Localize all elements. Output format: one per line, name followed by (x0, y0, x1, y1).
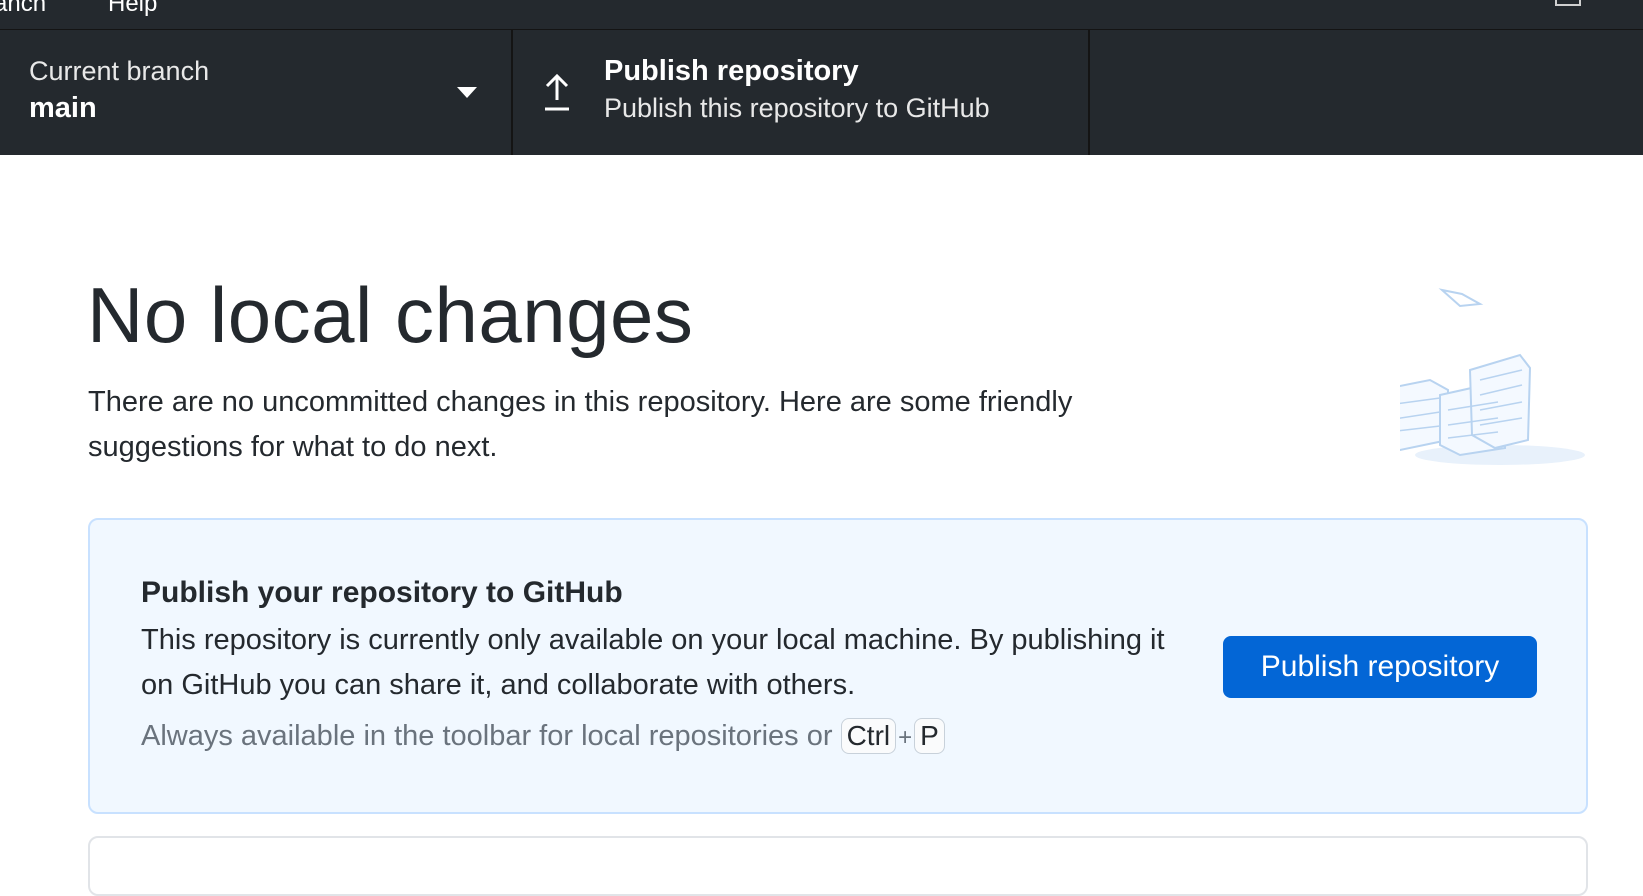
menu-item-help[interactable]: Help (108, 0, 157, 18)
maximize-icon[interactable] (1555, 0, 1581, 6)
shortcut-key-p: P (914, 718, 945, 754)
publish-repository-title: Publish repository (604, 55, 859, 87)
hint-text: Always available in the toolbar for loca… (141, 720, 833, 752)
card-description: This repository is currently only availa… (141, 624, 1165, 701)
publish-repository-description: Publish this repository to GitHub (604, 93, 990, 123)
empty-state-illustration (1400, 288, 1585, 465)
arrow-up-icon (545, 73, 569, 111)
menu-bar: anch Help (0, 0, 1643, 30)
menu-item-branch[interactable]: anch (0, 0, 46, 18)
shortcut-plus: + (898, 724, 913, 751)
shortcut-key-ctrl: Ctrl (840, 718, 897, 754)
card-title: Publish your repository to GitHub (141, 576, 623, 609)
card-hint: Always available in the toolbar for loca… (141, 718, 945, 754)
current-branch-button[interactable]: Current branch main (0, 30, 513, 155)
toolbar: Current branch main Publish repository P… (0, 30, 1643, 155)
page-title: No local changes (87, 271, 694, 359)
current-branch-value: main (29, 92, 97, 124)
publish-repository-toolbar-button[interactable]: Publish repository Publish this reposito… (513, 30, 1090, 155)
publish-suggestion-card: Publish your repository to GitHub This r… (88, 518, 1588, 814)
chevron-down-icon (457, 87, 477, 98)
page-description: There are no uncommitted changes in this… (88, 386, 1073, 463)
current-branch-label: Current branch (29, 56, 210, 86)
next-suggestion-card (88, 836, 1588, 896)
publish-repository-button[interactable]: Publish repository (1223, 636, 1537, 698)
